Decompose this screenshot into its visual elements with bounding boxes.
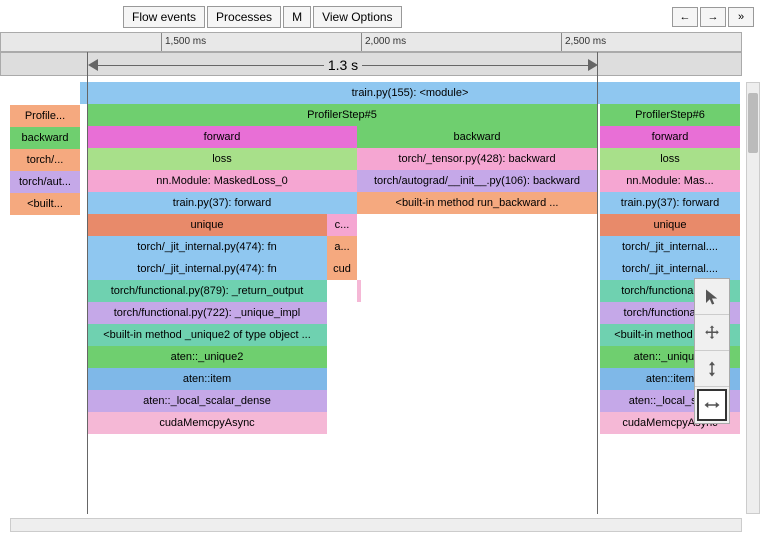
trace-bar[interactable]: torch/_jit_internal.py(474): fn [87,258,327,280]
trace-bar[interactable]: <built-in method _unique2 of type object… [87,324,327,346]
trace-bar[interactable]: train.py(155): <module> [80,82,740,104]
timing-tool[interactable] [697,389,727,421]
trace-bar[interactable]: torch/_jit_internal.... [600,258,740,280]
trace-bar[interactable]: a... [327,236,357,258]
nav-more-button[interactable]: » [728,7,754,27]
trace-bar[interactable]: train.py(37): forward [600,192,740,214]
view-options-button[interactable]: View Options [313,6,401,28]
scroll-thumb[interactable] [748,93,758,153]
trace-bar[interactable]: loss [87,148,357,170]
trace-bar[interactable]: unique [87,214,327,236]
timeline-tracks[interactable]: X train.py(155): <module> ProfilerStep#5… [80,82,742,514]
nav-next-button[interactable]: → [700,7,726,27]
trace-bar[interactable]: cudaMemcpyAsync [87,412,327,434]
toolbar: Flow events Processes M View Options ← →… [0,4,762,30]
trace-bar[interactable]: c... [327,214,357,236]
processes-button[interactable]: Processes [207,6,281,28]
vertical-scrollbar[interactable] [746,82,760,514]
time-ruler[interactable]: 1,500 ms 2,000 ms 2,500 ms [0,32,742,52]
trace-bar[interactable]: torch/_jit_internal.py(474): fn [87,236,327,258]
trace-bar[interactable]: aten::item [87,368,327,390]
trace-bar[interactable]: <built-in method run_backward ... [357,192,597,214]
tick-label: 2,000 ms [365,36,406,47]
trace-bar[interactable]: backward [357,126,597,148]
pan-tool[interactable] [695,315,729,351]
selection-duration: 1.3 s [324,57,362,73]
trace-bar[interactable]: unique [600,214,740,236]
vertical-arrows-icon [703,360,721,378]
label-item: backward [10,127,80,149]
move-icon [703,324,721,342]
trace-bar[interactable]: torch/functional.py(722): _unique_impl [87,302,327,324]
m-button[interactable]: M [283,6,311,28]
pointer-tool[interactable] [695,279,729,315]
trace-bar[interactable]: torch/_tensor.py(428): backward [357,148,597,170]
trace-bar[interactable]: torch/autograd/__init__.py(106): backwar… [357,170,597,192]
label-item: <built... [10,193,80,215]
trace-bar[interactable] [357,280,361,302]
trace-bar[interactable]: forward [87,126,357,148]
flow-events-button[interactable]: Flow events [123,6,205,28]
trace-bar[interactable]: aten::_local_scalar_dense [87,390,327,412]
selection-start-line[interactable] [87,52,88,514]
label-item: torch/aut... [10,171,80,193]
trace-bar[interactable]: torch/functional.py(879): _return_output [87,280,327,302]
trace-bar[interactable]: forward [600,126,740,148]
zoom-vertical-tool[interactable] [695,351,729,387]
nav-prev-button[interactable]: ← [672,7,698,27]
label-item: Profile... [10,105,80,127]
trace-bar[interactable]: nn.Module: Mas... [600,170,740,192]
trace-bar[interactable]: aten::_unique2 [87,346,327,368]
selection-header: 1.3 s [0,52,742,76]
trace-bar[interactable]: nn.Module: MaskedLoss_0 [87,170,357,192]
trace-bar[interactable]: loss [600,148,740,170]
trace-bar[interactable]: train.py(37): forward [87,192,357,214]
tick-label: 1,500 ms [165,36,206,47]
trace-bar[interactable]: ProfilerStep#6 [600,104,740,126]
pointer-icon [703,288,721,306]
selection-end-line[interactable] [597,52,598,514]
trace-bar[interactable]: torch/_jit_internal.... [600,236,740,258]
tool-panel [694,278,730,424]
trace-bar[interactable]: cud [327,258,357,280]
label-item: torch/... [10,149,80,171]
thread-labels: Profile... backward torch/... torch/aut.… [10,105,80,215]
horizontal-arrows-icon [703,396,721,414]
horizontal-scrollbar[interactable] [10,518,742,532]
tick-label: 2,500 ms [565,36,606,47]
trace-bar[interactable]: ProfilerStep#5 [87,104,597,126]
